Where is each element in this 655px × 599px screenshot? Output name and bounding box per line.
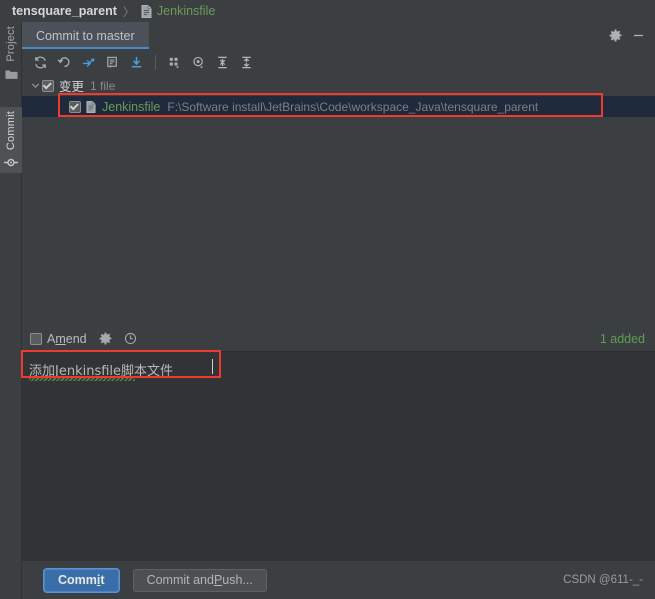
breadcrumb-project[interactable]: tensquare_parent: [12, 4, 117, 18]
sidebar-item-project-label: Project: [5, 26, 17, 62]
amend-bar: Amend 1 added: [22, 326, 655, 351]
file-path: F:\Software install\JetBrains\Code\works…: [167, 99, 539, 114]
file-checkbox[interactable]: [69, 100, 81, 113]
commit-tool-window: Commit to master 变更 1 file Jenkinsfile F…: [21, 22, 655, 599]
changes-toolbar: [22, 49, 655, 75]
update-project-icon[interactable]: [126, 52, 147, 73]
tool-window-rail: Project Commit: [0, 22, 22, 599]
text-caret: [212, 358, 213, 374]
tab-commit-to-master[interactable]: Commit to master: [22, 22, 149, 49]
sidebar-item-commit-label: Commit: [5, 111, 17, 151]
group-by-icon[interactable]: [164, 52, 185, 73]
file-icon: [86, 100, 96, 113]
tab-bar: Commit to master: [22, 22, 655, 49]
commit-message-text: 添加Jenkinsfile脚本文件: [29, 363, 174, 379]
toolbar-separator: [155, 54, 156, 70]
show-diff-icon[interactable]: [78, 52, 99, 73]
commit-button[interactable]: Comm i t: [44, 568, 119, 592]
collapse-all-icon[interactable]: [236, 52, 257, 73]
file-icon: [141, 4, 152, 18]
spellcheck-underline: [29, 377, 135, 381]
changelist-checkbox[interactable]: [42, 79, 54, 92]
commit-icon: [4, 157, 18, 168]
breadcrumb-separator-icon: 〉: [122, 4, 135, 19]
changes-tree[interactable]: 变更 1 file Jenkinsfile F:\Software instal…: [22, 75, 655, 327]
gear-icon[interactable]: [609, 29, 622, 42]
commit-action-bar: Comm i t Commit and Push... CSDN @611-_-: [22, 561, 655, 599]
commit-message-editor[interactable]: 添加Jenkinsfile脚本文件: [21, 349, 655, 561]
history-clock-icon[interactable]: [124, 332, 137, 345]
changelist-title: 变更: [59, 80, 85, 94]
breadcrumb: tensquare_parent 〉 Jenkinsfile: [0, 0, 655, 22]
refresh-icon[interactable]: [30, 52, 51, 73]
main-frame: Project Commit Commit to master 变更 1 fil…: [0, 22, 655, 599]
tab-actions: [609, 22, 655, 49]
changelist-count: 1 file: [90, 78, 116, 93]
folder-icon: [5, 69, 18, 80]
sidebar-item-commit[interactable]: Commit: [0, 107, 22, 174]
amend-checkbox[interactable]: [30, 332, 42, 345]
sidebar-item-project[interactable]: Project: [0, 22, 22, 85]
amend-label: Amend: [47, 331, 87, 346]
gear-icon[interactable]: [99, 332, 112, 345]
changelist-row[interactable]: 变更 1 file: [22, 75, 655, 96]
tab-commit-to-master-label: Commit to master: [36, 28, 135, 43]
breadcrumb-file[interactable]: Jenkinsfile: [157, 4, 215, 18]
watermark: CSDN @611-_-: [563, 574, 643, 586]
tab-active-indicator: [22, 47, 149, 49]
diff-document-icon[interactable]: [102, 52, 123, 73]
table-row[interactable]: Jenkinsfile F:\Software install\JetBrain…: [22, 96, 655, 117]
status-badge: 1 added: [599, 331, 645, 346]
tab-spacer: [149, 22, 609, 49]
file-name: Jenkinsfile: [102, 99, 161, 114]
preview-eye-icon[interactable]: [188, 52, 209, 73]
expand-all-icon[interactable]: [212, 52, 233, 73]
chevron-down-icon[interactable]: [28, 81, 42, 90]
commit-and-push-button[interactable]: Commit and Push...: [132, 568, 267, 592]
rollback-icon[interactable]: [54, 52, 75, 73]
minimize-icon[interactable]: [632, 29, 645, 42]
